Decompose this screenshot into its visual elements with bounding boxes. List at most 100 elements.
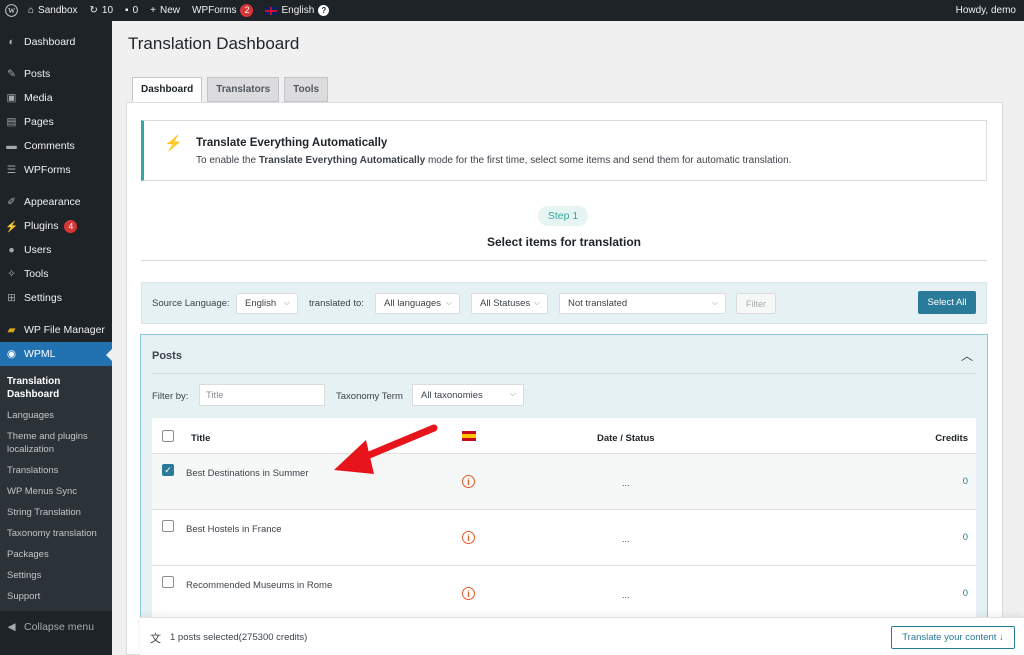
taxonomy-select[interactable]: All taxonomies ⌵ <box>412 384 524 406</box>
step-badge: Step 1 <box>538 206 588 226</box>
collapse-menu-button[interactable]: ◀ Collapse menu <box>0 615 112 639</box>
column-title: Title <box>191 433 211 444</box>
post-credits: 0 <box>962 476 968 487</box>
menu-media[interactable]: ▣ Media <box>0 86 112 110</box>
submenu-translation-dashboard[interactable]: Translation Dashboard <box>0 371 112 405</box>
tab-bar: Dashboard Translators Tools <box>132 77 329 102</box>
menu-label: Posts <box>24 68 51 80</box>
menu-wpml[interactable]: ◉ WPML <box>0 342 112 366</box>
table-header: Title Date / Status Credits <box>152 418 976 454</box>
wordpress-logo-icon[interactable]: W <box>0 0 22 21</box>
table-row[interactable]: Recommended Museums in Rome i ... 0 <box>152 566 976 622</box>
brush-icon: ✐ <box>7 196 16 208</box>
lightning-icon: ⚡ <box>164 135 183 152</box>
dashboard-icon: ◐ <box>8 36 15 48</box>
submenu-theme-plugins-localization[interactable]: Theme and plugins localization <box>0 426 112 460</box>
tab-translators[interactable]: Translators <box>207 77 280 102</box>
wpforms-link[interactable]: WPForms 2 <box>186 0 259 21</box>
user-icon: ● <box>8 244 15 256</box>
table-row[interactable]: Best Hostels in France i ... 0 <box>152 510 976 566</box>
info-icon[interactable]: i <box>462 587 475 600</box>
chevron-down-icon: ⌵ <box>533 298 540 307</box>
refresh-icon: ↻ <box>89 5 98 16</box>
pin-icon: ✎ <box>7 68 16 80</box>
chevron-up-icon[interactable]: ︿ <box>961 347 973 364</box>
submenu-wp-menus-sync[interactable]: WP Menus Sync <box>0 481 112 502</box>
info-icon[interactable]: i <box>462 531 475 544</box>
menu-comments[interactable]: ▬ Comments <box>0 134 112 158</box>
menu-pages[interactable]: ▤ Pages <box>0 110 112 134</box>
menu-label: Comments <box>24 140 75 152</box>
menu-label: WPML <box>24 348 56 360</box>
info-icon[interactable]: i <box>462 475 475 488</box>
site-name-link[interactable]: ⌂ Sandbox <box>22 0 84 21</box>
menu-label: Settings <box>24 292 62 304</box>
status-select[interactable]: All Statuses ⌵ <box>471 293 548 314</box>
step-title: Select items for translation <box>486 235 642 249</box>
language-switcher[interactable]: English ? <box>259 0 335 21</box>
row-checkbox[interactable] <box>162 576 174 588</box>
translate-your-content-button[interactable]: Translate your content ↓ <box>891 626 1015 649</box>
new-content-link[interactable]: + New <box>144 0 186 21</box>
select-all-checkbox[interactable] <box>162 430 174 442</box>
post-status: ... <box>622 478 630 488</box>
submenu-taxonomy-translation[interactable]: Taxonomy translation <box>0 523 112 544</box>
title-filter-input[interactable]: Title <box>199 384 325 406</box>
wrench-icon: ✧ <box>7 268 16 280</box>
source-language-label: Source Language: <box>152 298 230 309</box>
post-status: ... <box>622 590 630 600</box>
chevron-down-icon: ⌵ <box>445 298 452 307</box>
submenu-packages[interactable]: Packages <box>0 544 112 565</box>
language-label: English <box>281 5 315 16</box>
admin-sidebar: ◐ Dashboard ✎ Posts ▣ Media ▤ Pages ▬ Co… <box>0 21 112 655</box>
menu-settings[interactable]: ⊞ Settings <box>0 286 112 310</box>
submenu-settings[interactable]: Settings <box>0 565 112 586</box>
notice-text-suffix: mode for the first time, select some ite… <box>425 155 792 166</box>
updates-link[interactable]: ↻ 10 <box>84 0 120 21</box>
comments-link[interactable]: ▪ 0 <box>119 0 144 21</box>
menu-plugins[interactable]: ⚡ Plugins 4 <box>0 214 112 238</box>
filter-by-label: Filter by: <box>152 391 189 402</box>
wpforms-label: WPForms <box>192 5 237 16</box>
post-credits: 0 <box>962 532 968 543</box>
plugin-icon: ⚡ <box>4 220 19 233</box>
target-language-select[interactable]: All languages ⌵ <box>375 293 460 314</box>
comment-bubble-icon: ▪ <box>125 5 129 16</box>
menu-dashboard[interactable]: ◐ Dashboard <box>0 30 112 54</box>
table-row[interactable]: ✓ Best Destinations in Summer i ... 0 <box>152 454 976 510</box>
notice-text-bold: Translate Everything Automatically <box>258 155 426 166</box>
menu-label: Appearance <box>24 196 81 208</box>
collapse-arrow-icon: ◀ <box>7 621 16 633</box>
spain-flag-icon <box>462 431 476 441</box>
menu-tools[interactable]: ✧ Tools <box>0 262 112 286</box>
menu-users[interactable]: ● Users <box>0 238 112 262</box>
source-language-select[interactable]: English ⌵ <box>236 293 298 314</box>
menu-label: Media <box>24 92 53 104</box>
select-all-button[interactable]: Select All <box>918 291 976 314</box>
translation-status-select[interactable]: Not translated ⌵ <box>559 293 726 314</box>
help-icon[interactable]: ? <box>318 5 330 16</box>
wpml-icon: ◉ <box>6 348 17 360</box>
posts-table: Title Date / Status Credits ✓ Best Desti… <box>152 418 976 622</box>
posts-section-title: Posts <box>152 350 182 362</box>
menu-wpforms[interactable]: ☰ WPForms <box>0 158 112 182</box>
selection-bottom-bar: 文 1 posts selected(275300 credits) Trans… <box>140 617 1024 655</box>
comment-icon: ▬ <box>6 140 17 152</box>
notice-text: To enable the Translate Everything Autom… <box>196 155 791 166</box>
menu-appearance[interactable]: ✐ Appearance <box>0 190 112 214</box>
menu-posts[interactable]: ✎ Posts <box>0 62 112 86</box>
row-checkbox[interactable] <box>162 520 174 532</box>
account-menu[interactable]: Howdy, demo <box>950 0 1024 21</box>
taxonomy-term-label: Taxonomy Term <box>336 391 403 402</box>
tab-dashboard[interactable]: Dashboard <box>132 77 203 102</box>
submenu-string-translation[interactable]: String Translation <box>0 502 112 523</box>
post-title: Best Destinations in Summer <box>186 468 309 479</box>
submenu-languages[interactable]: Languages <box>0 405 112 426</box>
filter-button[interactable]: Filter <box>736 293 776 314</box>
row-checkbox[interactable]: ✓ <box>162 464 174 476</box>
tab-tools[interactable]: Tools <box>284 77 329 102</box>
submenu-support[interactable]: Support <box>0 586 112 607</box>
chevron-down-icon: ⌵ <box>509 389 516 398</box>
submenu-translations[interactable]: Translations <box>0 460 112 481</box>
menu-wp-file-manager[interactable]: ▰ WP File Manager <box>0 318 112 342</box>
